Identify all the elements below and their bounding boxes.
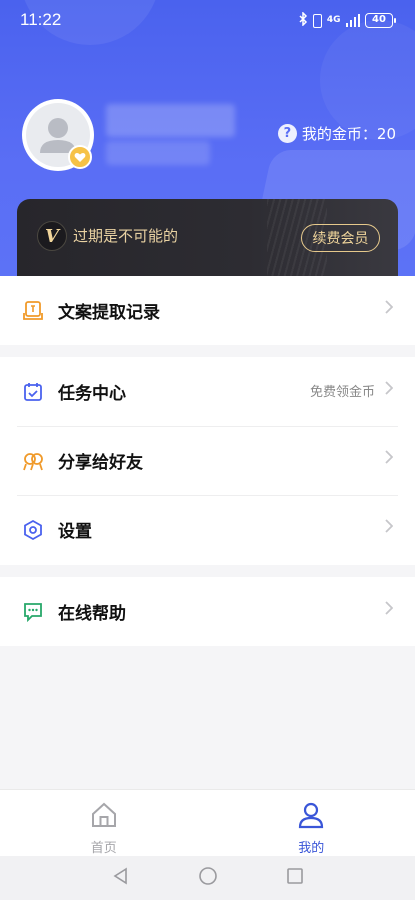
vip-v-icon: V — [37, 221, 67, 251]
network-type: 4G — [326, 15, 341, 25]
menu-item-label: 设置 — [58, 522, 92, 542]
user-icon — [297, 801, 325, 833]
calendar-check-icon — [22, 381, 44, 403]
question-circle-icon[interactable]: ? — [277, 124, 297, 143]
username-redacted — [106, 104, 235, 137]
profile-header: 11:22 4G 40 ? 我的金币：20 V 过期是不可能的 续费会员 — [0, 0, 415, 276]
menu-item-help[interactable]: 在线帮助 — [0, 577, 415, 646]
nav-home-label: 首页 — [90, 841, 117, 856]
menu-item-label: 任务中心 — [58, 384, 126, 404]
menu-item-label: 分享给好友 — [58, 453, 143, 473]
recents-square-icon[interactable] — [286, 867, 304, 889]
vip-card[interactable]: V 过期是不可能的 续费会员 — [17, 199, 398, 276]
status-time: 11:22 — [20, 10, 62, 29]
menu-item-records[interactable]: 文案提取记录 — [0, 276, 415, 345]
home-circle-icon[interactable] — [198, 866, 218, 890]
chevron-right-icon — [385, 300, 394, 318]
system-navigation-bar — [0, 856, 415, 900]
renew-membership-button[interactable]: 续费会员 — [301, 224, 380, 252]
chevron-right-icon — [385, 450, 394, 468]
chat-bubble-icon — [22, 601, 44, 623]
nav-me-label: 我的 — [298, 841, 325, 856]
menu-item-label: 文案提取记录 — [58, 303, 160, 323]
chevron-right-icon — [385, 601, 394, 619]
chevron-right-icon — [385, 381, 394, 399]
menu-section-records: 文案提取记录 — [0, 276, 415, 345]
home-icon — [90, 801, 118, 833]
battery-icon: 40 — [365, 13, 396, 28]
share-people-icon — [22, 450, 44, 472]
menu-item-settings[interactable]: 设置 — [0, 495, 415, 564]
hexagon-gear-icon — [22, 519, 44, 541]
document-icon — [22, 300, 44, 322]
vip-heart-badge-icon — [68, 145, 92, 169]
menu-section-main: 任务中心 免费领金币 分享给好友 设置 — [0, 357, 415, 565]
coins-label: 我的金币：20 — [301, 125, 396, 143]
chevron-right-icon — [385, 519, 394, 537]
menu-item-share[interactable]: 分享给好友 — [0, 426, 415, 495]
menu-section-help: 在线帮助 — [0, 577, 415, 646]
nav-home[interactable]: 首页 — [0, 790, 208, 856]
coins-info[interactable]: ? 我的金币：20 — [277, 123, 396, 144]
menu-item-tasks[interactable]: 任务中心 免费领金币 — [0, 357, 415, 426]
vibrate-icon — [312, 13, 322, 28]
bluetooth-icon — [298, 11, 308, 29]
signal-icon — [345, 14, 360, 27]
menu-item-label: 在线帮助 — [58, 604, 126, 624]
status-bar: 11:22 4G 40 — [0, 0, 415, 40]
nav-me[interactable]: 我的 — [208, 790, 415, 856]
vip-status-text: 过期是不可能的 — [73, 227, 179, 245]
user-id-redacted — [106, 141, 210, 165]
free-coins-hint: 免费领金币 — [309, 385, 375, 400]
bottom-nav: 首页 我的 — [0, 789, 415, 856]
status-icons: 4G 40 — [298, 11, 396, 29]
back-icon[interactable] — [112, 867, 130, 889]
